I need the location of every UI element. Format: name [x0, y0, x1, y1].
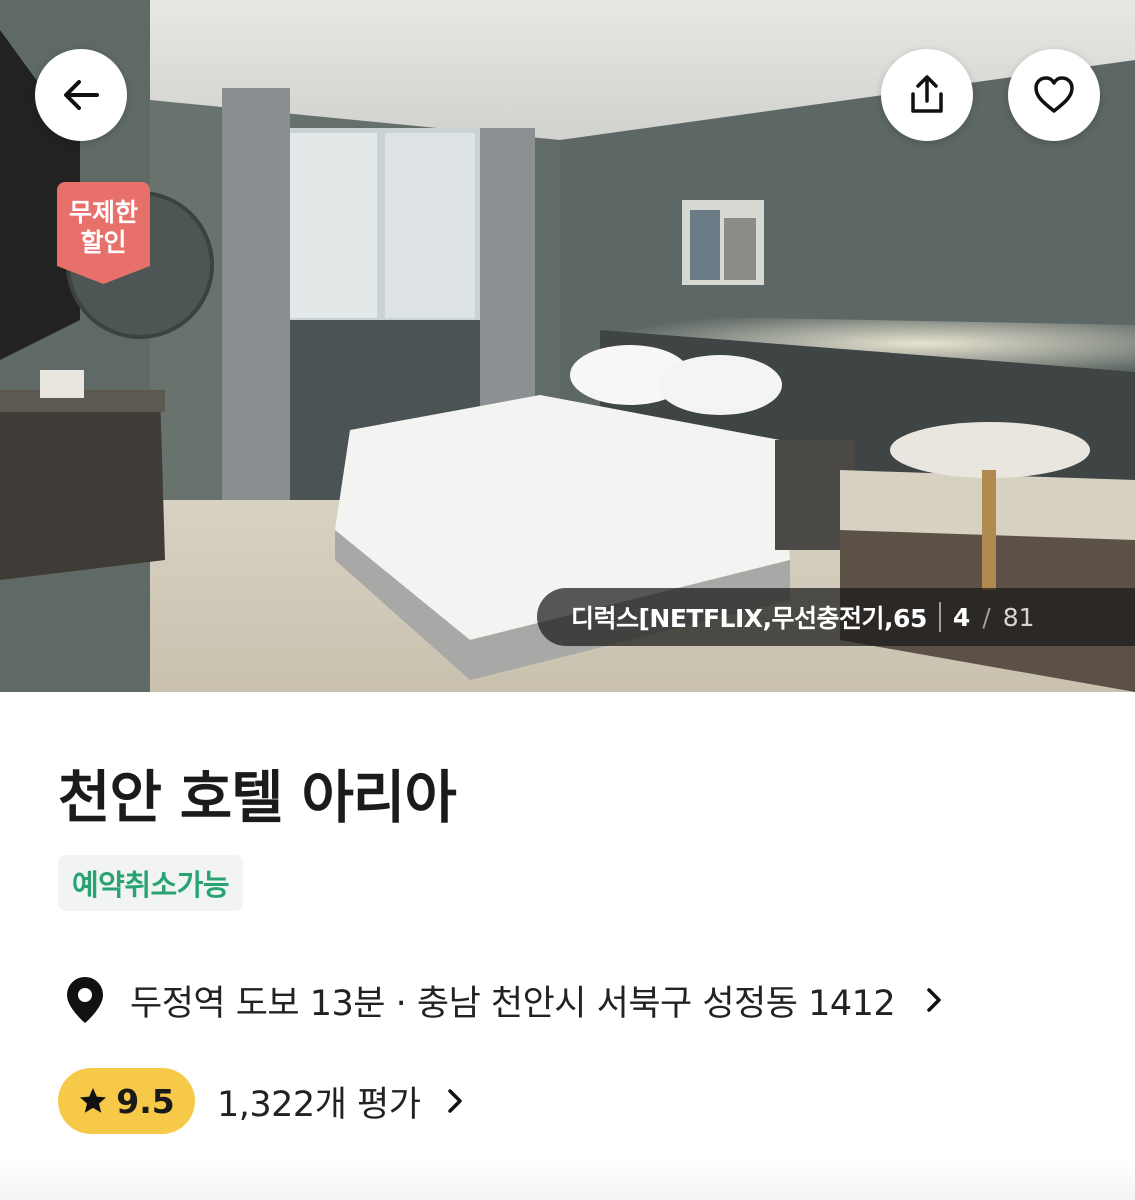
- photo-total-count: 81: [1002, 602, 1035, 632]
- favorite-button[interactable]: [1008, 49, 1100, 141]
- arrow-left-icon: [64, 80, 99, 110]
- share-upload-icon: [911, 75, 943, 113]
- room-caption: 디럭스[NETFLIX,무선충전기,65: [571, 604, 927, 633]
- review-count: 1,322개 평가: [217, 1084, 421, 1125]
- promo-badge-line1: 무제한: [68, 198, 138, 227]
- chevron-right-icon: [448, 1089, 463, 1113]
- photo-caption-bar: 디럭스[NETFLIX,무선충전기,65 4 / 81: [537, 588, 1135, 646]
- hotel-name: 천안 호텔 아리아: [58, 765, 457, 831]
- promo-badge-line2: 할인: [80, 228, 127, 257]
- photo-current-index: 4: [952, 602, 971, 632]
- heart-outline-icon: [1034, 76, 1074, 113]
- map-pin-icon: [67, 977, 103, 1023]
- promo-badge: 무제한 할인: [57, 182, 150, 284]
- bottom-divider: [0, 1160, 1135, 1200]
- photo-index-separator: /: [982, 602, 991, 632]
- chevron-right-icon: [927, 988, 941, 1012]
- rating-score: 9.5: [116, 1081, 175, 1121]
- photo-gallery[interactable]: 무제한 할인 디럭스[NETFLIX,무선충전기,65 4 / 81: [0, 0, 1135, 692]
- location-row[interactable]: 두정역 도보 13분 · 충남 천안시 서북구 성정동 1412: [62, 970, 943, 1030]
- cancellable-tag: 예약취소가능: [58, 855, 244, 911]
- rating-row[interactable]: 9.5 1,322개 평가: [58, 1068, 464, 1134]
- share-button[interactable]: [881, 49, 973, 141]
- location-text: 두정역 도보 13분 · 충남 천안시 서북구 성정동 1412: [130, 983, 896, 1024]
- caption-divider: [938, 602, 941, 632]
- back-button[interactable]: [35, 49, 127, 141]
- star-icon: [80, 1088, 107, 1113]
- rating-badge: 9.5: [58, 1068, 195, 1134]
